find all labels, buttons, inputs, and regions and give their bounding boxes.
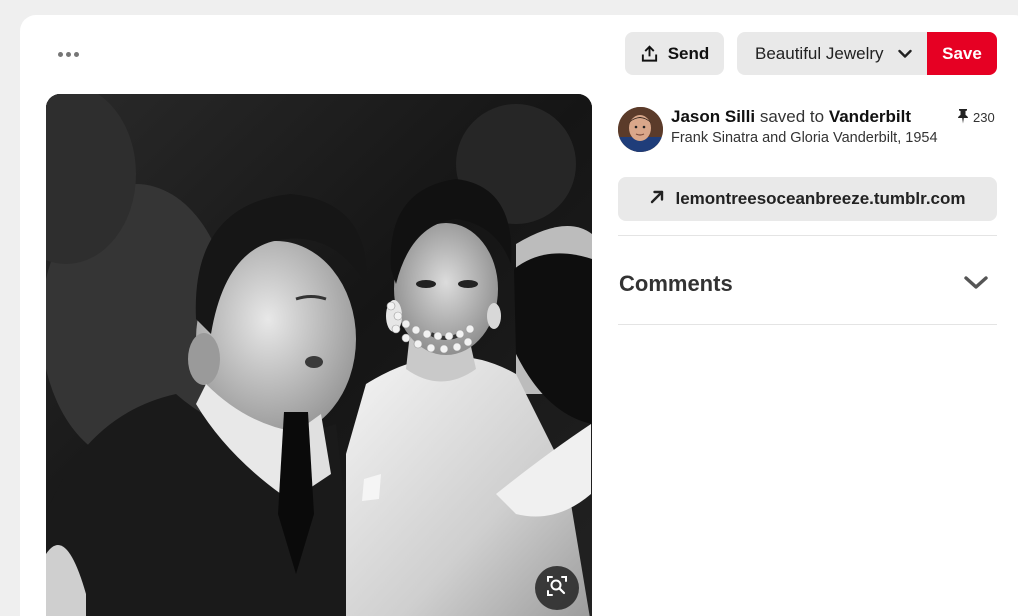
board-select-value: Beautiful Jewelry	[755, 43, 884, 63]
source-link-button[interactable]: lemontreesoceanbreeze.tumblr.com	[618, 177, 997, 221]
pin-description: Frank Sinatra and Gloria Vanderbilt, 195…	[671, 130, 938, 146]
ellipsis-icon	[57, 51, 63, 57]
user-avatar[interactable]	[618, 107, 663, 152]
send-button[interactable]: Send	[625, 32, 724, 75]
board-name-link[interactable]: Vanderbilt	[829, 107, 911, 126]
pin-attribution: Jason Silli saved to Vanderbilt	[671, 107, 911, 127]
source-link-label: lemontreesoceanbreeze.tumblr.com	[675, 189, 966, 208]
save-button[interactable]: Save	[927, 32, 997, 75]
save-count-value: 230	[973, 110, 995, 125]
divider	[618, 324, 997, 325]
comments-heading: Comments	[619, 271, 733, 296]
more-options-button[interactable]	[48, 40, 88, 68]
user-name-link[interactable]: Jason Silli	[671, 107, 755, 126]
send-label: Send	[667, 43, 710, 63]
save-count: 230	[957, 108, 995, 127]
magnifier-lens-icon	[546, 575, 568, 602]
arrow-up-right-icon	[649, 189, 665, 210]
comments-toggle-button[interactable]	[960, 272, 992, 298]
pin-image[interactable]	[46, 94, 592, 616]
chevron-down-icon	[898, 46, 912, 66]
board-select-dropdown[interactable]: Beautiful Jewelry	[737, 32, 928, 75]
divider	[618, 235, 997, 236]
visual-search-button[interactable]	[535, 566, 579, 610]
saved-to-text: saved to	[759, 107, 825, 126]
chevron-down-icon	[963, 274, 989, 297]
share-upload-icon	[640, 44, 659, 63]
pushpin-icon	[957, 108, 969, 127]
